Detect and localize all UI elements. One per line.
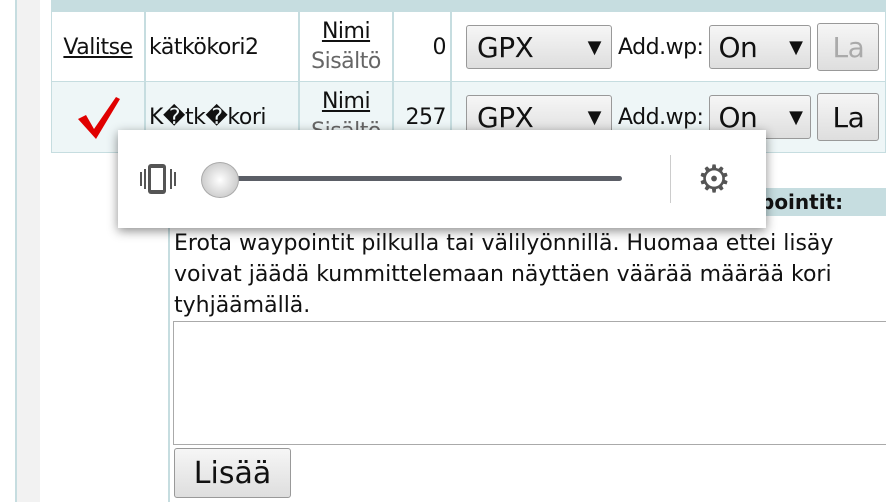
vibrate-icon[interactable] <box>138 162 178 196</box>
checkmark-icon <box>78 97 120 139</box>
volume-slider-track[interactable] <box>218 176 622 181</box>
instructions: Erota waypointit pilkulla tai välilyönni… <box>174 228 886 321</box>
table-header <box>51 0 886 11</box>
format-value: GPX <box>477 30 534 64</box>
content-link[interactable]: Sisältö <box>311 47 381 77</box>
instructions-line: Erota waypointit pilkulla tai välilyönni… <box>174 231 834 256</box>
waypoints-textarea[interactable] <box>173 321 886 445</box>
basket-name: kätkökori2 <box>146 12 300 82</box>
instructions-line: tyhjäämällä. <box>174 293 311 318</box>
load-button[interactable]: La <box>817 23 880 71</box>
format-value: GPX <box>477 100 534 134</box>
side-gutter <box>17 0 40 502</box>
format-select[interactable]: GPX ▼ <box>466 25 612 69</box>
select-link[interactable]: Valitse <box>63 35 133 60</box>
chevron-down-icon: ▼ <box>587 106 602 128</box>
table-row: Valitse kätkökori2 Nimi Sisältö 0 GPX ▼ A… <box>51 11 886 83</box>
load-button[interactable]: La <box>817 93 880 141</box>
gear-icon[interactable]: ⚙ <box>697 158 731 200</box>
instructions-line: voivat jäädä kummittelemaan näyttäen vää… <box>174 262 832 287</box>
count: 0 <box>394 12 452 82</box>
addwp-label: Add.wp: <box>618 104 704 130</box>
chevron-down-icon: ▼ <box>587 36 602 58</box>
chevron-down-icon: ▼ <box>789 36 803 58</box>
addwp-value: On <box>718 30 758 64</box>
add-button[interactable]: Lisää <box>174 448 291 498</box>
addwp-value: On <box>718 100 758 134</box>
volume-slider-thumb[interactable] <box>201 162 239 198</box>
addwp-select[interactable]: On ▼ <box>709 25 812 69</box>
name-link[interactable]: Nimi <box>322 87 371 117</box>
name-link[interactable]: Nimi <box>322 17 371 47</box>
divider <box>670 155 671 203</box>
addwp-label: Add.wp: <box>618 34 704 60</box>
chevron-down-icon: ▼ <box>789 106 803 128</box>
